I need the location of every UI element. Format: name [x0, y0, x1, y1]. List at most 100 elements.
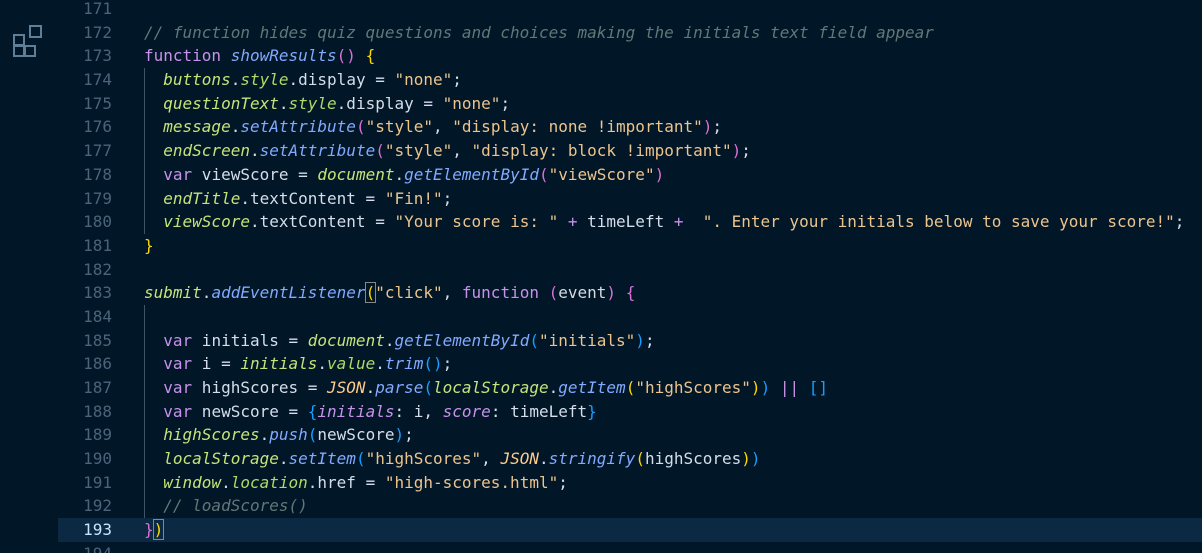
code-text: // loadScores(): [144, 494, 308, 518]
code-token: showResults: [230, 46, 337, 66]
code-token: message: [163, 117, 231, 137]
code-line[interactable]: 194: [58, 542, 1202, 553]
line-number: 172: [83, 22, 112, 42]
code-text: var newScore = {initials: i, score: time…: [144, 400, 597, 424]
code-line[interactable]: 188 var newScore = {initials: i, score: …: [58, 399, 1202, 424]
code-token: ;: [712, 117, 723, 137]
code-line[interactable]: 173 function showResults() {: [58, 44, 1202, 68]
code-token: : i,: [394, 401, 443, 421]
code-token: ): [394, 425, 405, 445]
code-line[interactable]: 182: [58, 258, 1202, 282]
code-line[interactable]: 184: [58, 304, 1202, 329]
code-token: (): [423, 354, 443, 374]
code-token: "viewScore": [548, 164, 655, 184]
code-token: var: [163, 330, 193, 350]
code-token: +: [664, 212, 703, 232]
code-token: (: [423, 378, 434, 397]
code-token: {: [365, 46, 376, 66]
code-token: (: [364, 282, 377, 304]
code-token: "style": [365, 117, 434, 137]
line-number: 191: [83, 472, 112, 492]
code-token: push: [269, 425, 308, 445]
code-token: ;: [452, 70, 462, 90]
code-token: .textContent =: [240, 188, 385, 208]
code-line[interactable]: 174 buttons.style.display = "none";: [58, 68, 1202, 92]
code-token: ". Enter your initials below to save you…: [702, 212, 1175, 232]
code-line[interactable]: 181}: [58, 234, 1202, 258]
line-number: 189: [83, 425, 112, 445]
code-line[interactable]: 185 var initials = document.getElementBy…: [58, 328, 1202, 353]
code-token: highScores =: [192, 378, 328, 397]
code-line[interactable]: 180 viewScore.textContent = "Your score …: [58, 210, 1202, 234]
code-token: .href =: [307, 472, 385, 492]
code-token: ;: [442, 188, 453, 208]
code-line[interactable]: 193}): [58, 518, 1202, 542]
code-line[interactable]: 171: [58, 0, 1202, 21]
code-token: setAttribute: [259, 141, 376, 161]
code-line[interactable]: 178 var viewScore = document.getElementB…: [58, 162, 1202, 187]
code-text: // function hides quiz questions and cho…: [144, 21, 934, 45]
code-token: JSON: [500, 449, 539, 469]
code-line[interactable]: 177 endScreen.setAttribute("style", "dis…: [58, 139, 1202, 163]
code-lines: 171 172 // function hides quiz questions a…: [58, 0, 1202, 553]
code-token: stringify: [548, 449, 636, 469]
code-token: i =: [192, 354, 241, 374]
code-token: }: [144, 235, 154, 255]
code-token: function: [461, 283, 539, 303]
code-line[interactable]: 187 var highScores = JSON.parse(localSto…: [58, 376, 1202, 400]
line-number: 186: [83, 354, 112, 374]
line-number: 184: [83, 306, 112, 326]
code-token: submit: [144, 283, 202, 303]
code-line[interactable]: 172 // function hides quiz questions and …: [58, 21, 1202, 45]
code-token: var: [163, 401, 193, 421]
code-line[interactable]: 176 message.setAttribute("style", "displ…: [58, 115, 1202, 140]
code-text: var viewScore = document.getElementById(…: [144, 163, 664, 187]
code-line[interactable]: 192 // loadScores(): [58, 494, 1202, 519]
code-token: addEventListener: [211, 283, 366, 303]
code-line[interactable]: 186 var i = initials.value.trim();: [58, 352, 1202, 376]
code-text: endScreen.setAttribute("style", "display…: [144, 139, 751, 163]
code-text: highScores.push(newScore);: [144, 423, 413, 447]
code-text: }: [144, 234, 154, 258]
code-token: .: [201, 283, 212, 303]
code-token: event: [558, 283, 607, 303]
code-token: localStorage: [433, 378, 549, 397]
code-token: .: [375, 354, 385, 374]
line-number: 194: [58, 542, 112, 553]
code-token: (: [307, 425, 318, 445]
code-line[interactable]: 190 localStorage.setItem("highScores", J…: [58, 447, 1202, 471]
code-token: .: [538, 449, 549, 469]
code-token: "highScores": [635, 378, 751, 397]
code-token: ,: [442, 283, 462, 303]
line-number: 193: [83, 520, 112, 540]
code-token: (: [355, 449, 366, 469]
code-token: initials: [317, 401, 395, 421]
code-line[interactable]: 175 questionText.style.display = "none";: [58, 91, 1202, 116]
extensions-icon[interactable]: [12, 24, 46, 58]
line-number: 190: [83, 449, 112, 469]
code-text: localStorage.setItem("highScores", JSON.…: [144, 447, 760, 471]
code-token: var: [163, 378, 193, 397]
code-text: questionText.style.display = "none";: [144, 92, 510, 116]
code-token: : timeLeft: [490, 401, 588, 421]
code-line[interactable]: 183 submit.addEventListener("click", func…: [58, 281, 1202, 305]
code-token: "style": [384, 141, 453, 161]
code-line[interactable]: 189 highScores.push(newScore);: [58, 423, 1202, 448]
code-token: .: [548, 378, 559, 397]
code-line[interactable]: 191 window.location.href = "high-scores.…: [58, 470, 1202, 495]
code-text: }): [144, 518, 165, 542]
code-editor[interactable]: 171 172 // function hides quiz questions a…: [58, 0, 1202, 553]
code-token: endTitle: [163, 188, 241, 208]
code-line[interactable]: 179 endTitle.textContent = "Fin!";: [58, 186, 1202, 211]
code-token: "Your score is: ": [394, 212, 559, 232]
code-token: (: [355, 117, 366, 137]
code-token: "click": [375, 283, 443, 303]
